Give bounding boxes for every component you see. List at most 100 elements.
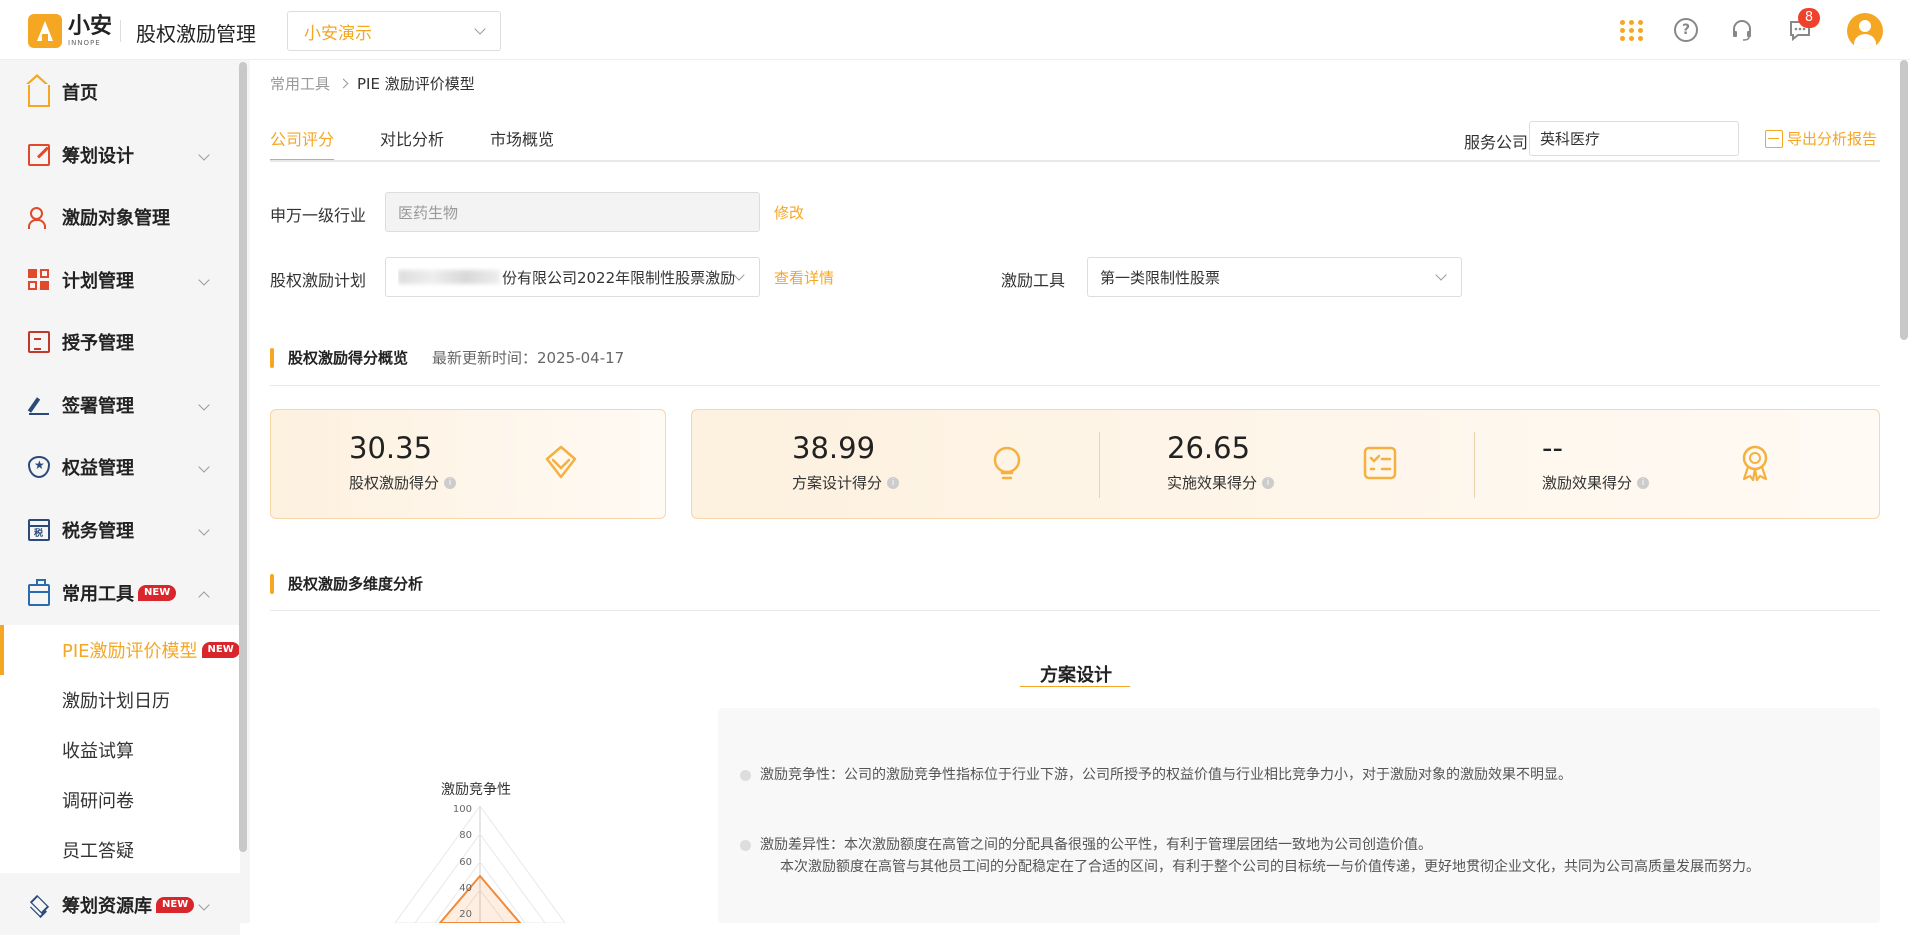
diamond-icon bbox=[545, 445, 577, 479]
breadcrumb-current: PIE 激励评价模型 bbox=[357, 75, 475, 93]
breadcrumb-parent[interactable]: 常用工具 bbox=[270, 73, 330, 94]
notification-badge: 8 bbox=[1798, 8, 1820, 28]
layers-icon bbox=[28, 894, 50, 916]
apps-icon[interactable] bbox=[1620, 18, 1644, 42]
design-score-value: 38.99 bbox=[792, 431, 876, 465]
sidebar-item-signing[interactable]: 签署管理 bbox=[0, 375, 240, 435]
chevron-down-icon bbox=[198, 274, 210, 286]
chevron-down-icon bbox=[198, 461, 210, 473]
logo-icon bbox=[28, 14, 62, 48]
sidebar-item-home[interactable]: 首页 bbox=[0, 62, 240, 122]
tax-icon bbox=[28, 519, 50, 541]
plan-select-value: 份有限公司2022年限制性股票激励 bbox=[501, 268, 736, 287]
info-icon[interactable]: i bbox=[887, 476, 900, 489]
section-divider bbox=[270, 385, 1880, 386]
sidebar-item-participants[interactable]: 激励对象管理 bbox=[0, 187, 240, 247]
redacted-text bbox=[398, 270, 500, 284]
sidebar-subitem-survey[interactable]: 调研问卷 bbox=[0, 775, 240, 825]
implementation-score-value: 26.65 bbox=[1167, 431, 1251, 465]
last-updated: 最新更新时间：2025-04-17 bbox=[432, 349, 625, 367]
sidebar-subitem-pie-model[interactable]: PIE激励评价模型 NEW bbox=[0, 625, 240, 675]
effect-score-value: -- bbox=[1542, 431, 1563, 465]
sidebar-subitem-faq[interactable]: 员工答疑 bbox=[0, 825, 240, 875]
industry-edit-link[interactable]: 修改 bbox=[774, 202, 804, 223]
company-select[interactable]: 小安演示 bbox=[287, 11, 501, 51]
logo-subtext: INNOPE bbox=[68, 39, 101, 47]
avatar[interactable] bbox=[1847, 13, 1883, 49]
headset-icon[interactable] bbox=[1730, 18, 1754, 42]
home-icon bbox=[26, 74, 50, 107]
radar-tick: 20 bbox=[459, 909, 472, 920]
sub-scores-card: 38.99 方案设计得分 i 26.65 实施效果得分 i -- 激励效果得分 i bbox=[691, 409, 1880, 519]
sidebar-item-planning-design[interactable]: 筹划设计 bbox=[0, 125, 240, 185]
card-divider bbox=[1474, 432, 1475, 498]
plan-select[interactable]: 份有限公司2022年限制性股票激励 bbox=[385, 257, 760, 297]
sidebar-scrollbar[interactable] bbox=[239, 62, 247, 852]
sidebar-subitem-return-calc[interactable]: 收益试算 bbox=[0, 725, 240, 775]
analysis-competitiveness: 激励竞争性：公司的激励竞争性指标位于行业下游，公司所授予的权益价值与行业相比竞争… bbox=[740, 764, 1572, 786]
sidebar-item-resources[interactable]: 筹划资源库 NEW bbox=[0, 875, 240, 935]
main-scrollbar[interactable] bbox=[1900, 60, 1908, 340]
chevron-down-icon bbox=[198, 149, 210, 161]
sidebar-item-grant-management[interactable]: 授予管理 bbox=[0, 312, 240, 372]
radar-title-underline bbox=[1020, 686, 1130, 687]
breadcrumb: 常用工具 PIE 激励评价模型 bbox=[270, 73, 475, 94]
analysis-differentiation-detail: 本次激励额度在高管与其他员工间的分配稳定在了合适的区间，有利于整个公司的目标统一… bbox=[780, 859, 1760, 875]
total-score-card: 30.35 股权激励得分 i bbox=[270, 409, 666, 519]
radar-tick: 60 bbox=[459, 857, 472, 868]
medal-icon bbox=[1742, 445, 1768, 482]
chevron-right-icon bbox=[338, 78, 349, 89]
tool-select[interactable]: 第一类限制性股票 bbox=[1087, 257, 1462, 297]
tool-select-value: 第一类限制性股票 bbox=[1100, 268, 1221, 287]
radar-tick: 100 bbox=[453, 804, 472, 815]
tab-company-score[interactable]: 公司评分 bbox=[270, 126, 335, 162]
sidebar-item-tools[interactable]: 常用工具 NEW bbox=[0, 563, 240, 623]
sidebar-item-plan-management[interactable]: 计划管理 bbox=[0, 250, 240, 310]
analysis-panel: 激励竞争性：公司的激励竞争性指标位于行业下游，公司所授予的权益价值与行业相比竞争… bbox=[718, 708, 1880, 923]
chevron-down-icon bbox=[733, 269, 745, 281]
export-report-button[interactable]: 导出分析报告 bbox=[1765, 128, 1877, 149]
sidebar-item-tax[interactable]: 税务管理 bbox=[0, 500, 240, 560]
info-icon[interactable]: i bbox=[444, 476, 457, 489]
app-title: 股权激励管理 bbox=[136, 22, 256, 46]
chevron-down-icon bbox=[474, 23, 486, 35]
info-icon[interactable]: i bbox=[1262, 476, 1275, 489]
checklist-icon bbox=[1363, 446, 1397, 480]
sidebar-subitem-calendar[interactable]: 激励计划日历 bbox=[0, 675, 240, 725]
analysis-differentiation: 激励差异性：本次激励额度在高管之间的分配具备很强的公平性，有利于管理层团结一致地… bbox=[740, 834, 1432, 856]
service-company-input[interactable]: 英科医疗 bbox=[1529, 121, 1739, 156]
help-icon[interactable]: ? bbox=[1674, 18, 1698, 42]
lightbulb-icon bbox=[993, 446, 1021, 480]
card-divider bbox=[1099, 432, 1100, 498]
chevron-down-icon bbox=[198, 399, 210, 411]
industry-label: 申万一级行业 bbox=[270, 206, 367, 225]
new-badge: NEW bbox=[138, 585, 177, 601]
tools-submenu: PIE激励评价模型 NEW 激励计划日历 收益试算 调研问卷 员工答疑 bbox=[0, 625, 240, 873]
tab-market-overview[interactable]: 市场概览 bbox=[490, 126, 554, 162]
tab-comparison[interactable]: 对比分析 bbox=[380, 126, 444, 162]
chevron-down-icon bbox=[1435, 269, 1447, 281]
chevron-down-icon bbox=[198, 524, 210, 536]
company-select-value: 小安演示 bbox=[304, 23, 372, 44]
chevron-down-icon bbox=[198, 899, 210, 911]
new-badge: NEW bbox=[201, 642, 240, 658]
signature-icon bbox=[28, 394, 50, 416]
chevron-up-icon bbox=[198, 591, 210, 603]
tool-label: 激励工具 bbox=[1001, 271, 1066, 290]
plan-detail-link[interactable]: 查看详情 bbox=[774, 267, 834, 288]
logo-divider bbox=[120, 20, 121, 42]
users-icon bbox=[28, 206, 50, 229]
radar-axis-label: 激励竞争性 bbox=[441, 782, 511, 798]
toolbox-icon bbox=[28, 579, 50, 606]
new-badge: NEW bbox=[156, 897, 195, 913]
edit-icon bbox=[28, 144, 50, 166]
info-icon[interactable]: i bbox=[1637, 476, 1650, 489]
sidebar-item-equity[interactable]: 权益管理 bbox=[0, 437, 240, 497]
document-icon bbox=[28, 331, 50, 353]
section-divider bbox=[270, 610, 1880, 611]
overview-section-title: 股权激励得分概览 最新更新时间：2025-04-17 bbox=[270, 347, 624, 368]
multi-analysis-section-title: 股权激励多维度分析 bbox=[270, 573, 423, 594]
brand-logo[interactable]: 小安 INNOPE bbox=[28, 14, 112, 48]
shield-icon bbox=[28, 456, 50, 478]
tabs-divider bbox=[270, 160, 1880, 162]
